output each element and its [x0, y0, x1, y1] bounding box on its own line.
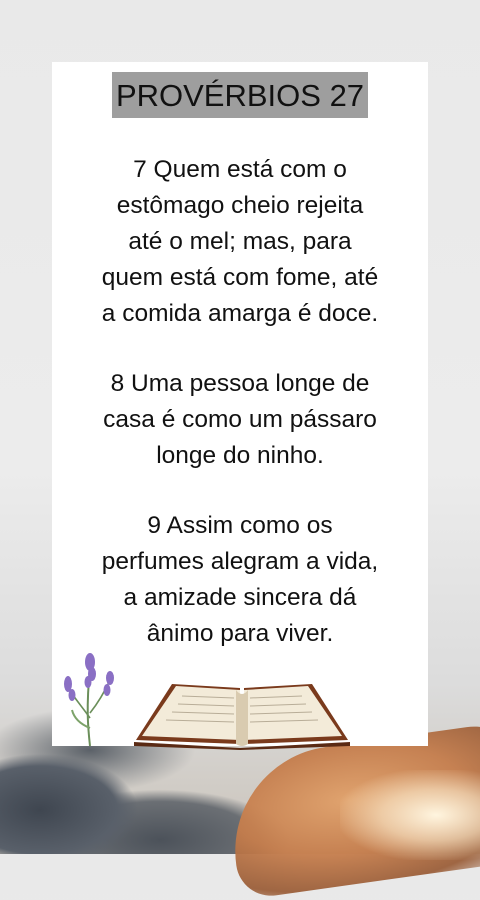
verse-9: 9 Assim como os perfumes alegram a vida,…	[101, 512, 379, 647]
verses-list: 7 Quem está com o estômago cheio rejeita…	[52, 152, 428, 686]
background-sunlight	[340, 770, 480, 860]
verse-card: PROVÉRBIOS 27 7 Quem está com o estômago…	[52, 62, 428, 746]
lavender-sprig-icon	[64, 653, 114, 747]
page-title: PROVÉRBIOS 27	[111, 72, 369, 118]
verse-7: 7 Quem está com o estômago cheio rejeita…	[101, 156, 379, 327]
title-container: PROVÉRBIOS 27	[52, 72, 428, 118]
verse-8: 8 Uma pessoa longe de casa é como um pás…	[103, 370, 377, 469]
open-bible-icon	[134, 684, 350, 750]
